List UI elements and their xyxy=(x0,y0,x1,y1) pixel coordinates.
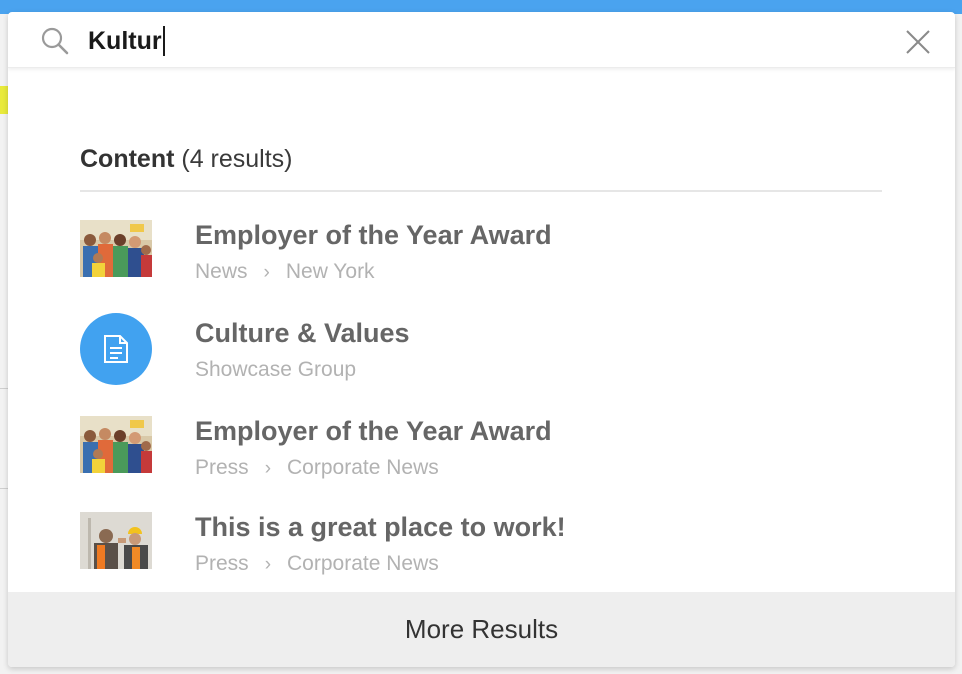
group-photo-thumbnail xyxy=(80,416,152,473)
section-title: Content (4 results) xyxy=(80,145,293,174)
breadcrumb-separator-icon: › xyxy=(264,458,272,479)
document-icon xyxy=(104,335,128,363)
breadcrumb-separator-icon: › xyxy=(263,262,270,283)
section-heading: Content xyxy=(80,145,175,173)
search-input[interactable]: Kultur xyxy=(88,24,848,58)
close-icon[interactable] xyxy=(904,28,932,56)
breadcrumb-item: Corporate News xyxy=(287,456,439,479)
search-icon xyxy=(41,27,69,55)
result-title: Employer of the Year Award xyxy=(195,416,552,446)
group-photo-thumbnail xyxy=(80,220,152,277)
search-panel: Kultur Content (4 results) Employer of t… xyxy=(8,12,955,667)
result-item[interactable]: This is a great place to work! Press › Cor… xyxy=(80,512,882,582)
result-title: Employer of the Year Award xyxy=(195,220,552,250)
background-divider xyxy=(0,488,8,489)
result-item[interactable]: Culture & Values Showcase Group xyxy=(80,313,882,388)
search-bar: Kultur xyxy=(8,12,955,68)
result-breadcrumb: Press › Corporate News xyxy=(195,456,439,480)
background-divider xyxy=(0,388,8,389)
breadcrumb-item: News xyxy=(195,260,248,283)
result-count: (4 results) xyxy=(181,145,293,173)
breadcrumb-item: Showcase Group xyxy=(195,358,357,381)
more-results-button[interactable]: More Results xyxy=(8,592,955,667)
search-query-text: Kultur xyxy=(88,26,162,55)
document-icon-badge xyxy=(80,313,152,385)
breadcrumb-item: Press xyxy=(195,456,249,479)
result-breadcrumb: News › New York xyxy=(195,260,375,284)
background-highlight xyxy=(0,86,8,114)
breadcrumb-item: Press xyxy=(195,552,249,575)
result-item[interactable]: Employer of the Year Award Press › Corpora… xyxy=(80,416,882,486)
result-item[interactable]: Employer of the Year Award News › New York xyxy=(80,220,882,290)
result-breadcrumb: Press › Corporate News xyxy=(195,552,439,576)
breadcrumb-separator-icon: › xyxy=(264,554,272,575)
breadcrumb-item: Corporate News xyxy=(287,552,439,575)
breadcrumb-item: New York xyxy=(285,260,375,283)
workers-photo-thumbnail xyxy=(80,512,152,569)
section-divider xyxy=(80,190,882,192)
result-title: This is a great place to work! xyxy=(195,512,566,542)
text-caret xyxy=(162,26,165,56)
result-breadcrumb: Showcase Group xyxy=(195,358,356,382)
result-title: Culture & Values xyxy=(195,318,410,348)
